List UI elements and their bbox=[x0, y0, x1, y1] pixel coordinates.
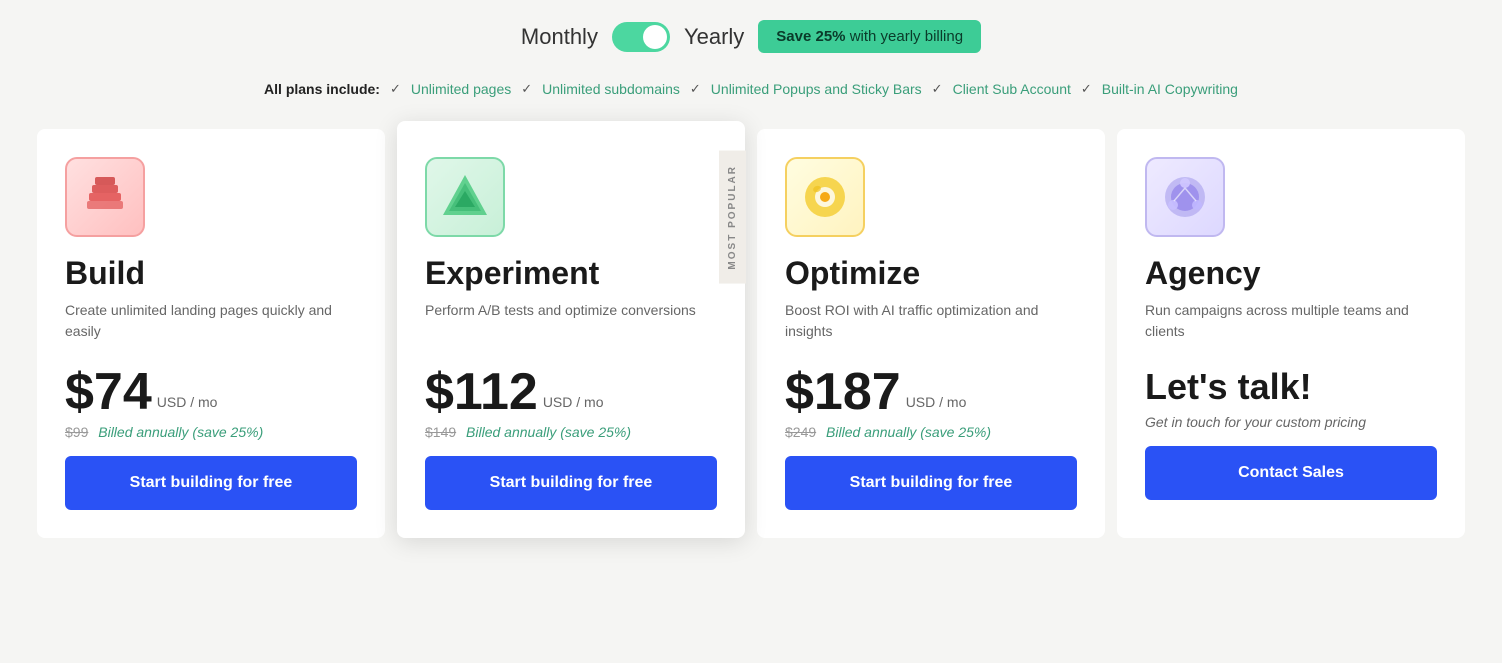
experiment-original-strikethrough: $149 bbox=[425, 424, 456, 440]
optimize-price-original: $249 Billed annually (save 25%) bbox=[785, 424, 1077, 440]
experiment-billed-note: Billed annually (save 25%) bbox=[466, 424, 631, 440]
check-icon-2: ✓ bbox=[521, 81, 532, 97]
include-item-5: Built-in AI Copywriting bbox=[1102, 81, 1238, 97]
agency-plan-icon bbox=[1145, 157, 1225, 237]
billing-toggle-switch[interactable] bbox=[612, 22, 670, 52]
include-item-3: Unlimited Popups and Sticky Bars bbox=[711, 81, 922, 97]
build-price-original: $99 Billed annually (save 25%) bbox=[65, 424, 357, 440]
agency-cta-button[interactable]: Contact Sales bbox=[1145, 446, 1437, 500]
yearly-label: Yearly bbox=[684, 24, 744, 50]
optimize-price-amount: $187 bbox=[785, 366, 901, 418]
experiment-plan-desc: Perform A/B tests and optimize conversio… bbox=[425, 300, 717, 342]
optimize-original-strikethrough: $249 bbox=[785, 424, 816, 440]
agency-plan-name: Agency bbox=[1145, 255, 1437, 292]
optimize-price-unit: USD / mo bbox=[906, 394, 967, 410]
experiment-price-original: $149 Billed annually (save 25%) bbox=[425, 424, 717, 440]
check-icon-4: ✓ bbox=[932, 81, 943, 97]
include-item-1: Unlimited pages bbox=[411, 81, 511, 97]
save-suffix: with yearly billing bbox=[846, 28, 964, 45]
experiment-plan-icon bbox=[425, 157, 505, 237]
optimize-cta-button[interactable]: Start building for free bbox=[785, 456, 1077, 510]
optimize-plan-name: Optimize bbox=[785, 255, 1077, 292]
agency-plan-desc: Run campaigns across multiple teams and … bbox=[1145, 300, 1437, 342]
save-percent: Save 25% bbox=[776, 28, 845, 45]
build-plan-desc: Create unlimited landing pages quickly a… bbox=[65, 300, 357, 342]
plans-include-label: All plans include: bbox=[264, 81, 380, 97]
optimize-billed-note: Billed annually (save 25%) bbox=[826, 424, 991, 440]
agency-custom-pricing: Get in touch for your custom pricing bbox=[1145, 414, 1437, 430]
agency-lets-talk: Let's talk! bbox=[1145, 366, 1437, 408]
build-plan-name: Build bbox=[65, 255, 357, 292]
most-popular-tag: MOST POPULAR bbox=[719, 151, 746, 284]
check-icon-5: ✓ bbox=[1081, 81, 1092, 97]
include-item-4: Client Sub Account bbox=[953, 81, 1071, 97]
plan-card-experiment: MOST POPULAR Experiment Perform A/B test… bbox=[397, 121, 745, 538]
plans-include-row: All plans include: ✓ Unlimited pages ✓ U… bbox=[264, 81, 1238, 97]
include-item-2: Unlimited subdomains bbox=[542, 81, 680, 97]
monthly-label: Monthly bbox=[521, 24, 598, 50]
plan-card-optimize: Optimize Boost ROI with AI traffic optim… bbox=[757, 129, 1105, 538]
experiment-price-unit: USD / mo bbox=[543, 394, 604, 410]
optimize-plan-price: $187 USD / mo bbox=[785, 366, 1077, 418]
optimize-plan-desc: Boost ROI with AI traffic optimization a… bbox=[785, 300, 1077, 342]
check-icon-1: ✓ bbox=[390, 81, 401, 97]
save-badge: Save 25% with yearly billing bbox=[758, 20, 981, 53]
experiment-cta-button[interactable]: Start building for free bbox=[425, 456, 717, 510]
build-billed-note: Billed annually (save 25%) bbox=[98, 424, 263, 440]
build-cta-button[interactable]: Start building for free bbox=[65, 456, 357, 510]
optimize-plan-icon bbox=[785, 157, 865, 237]
build-original-strikethrough: $99 bbox=[65, 424, 88, 440]
experiment-plan-name: Experiment bbox=[425, 255, 717, 292]
experiment-price-amount: $112 bbox=[425, 366, 538, 418]
pricing-cards-row: Build Create unlimited landing pages qui… bbox=[31, 129, 1471, 538]
toggle-knob bbox=[643, 25, 667, 49]
plan-card-agency: Agency Run campaigns across multiple tea… bbox=[1117, 129, 1465, 538]
experiment-plan-price: $112 USD / mo bbox=[425, 366, 717, 418]
build-plan-price: $74 USD / mo bbox=[65, 366, 357, 418]
build-price-amount: $74 bbox=[65, 366, 152, 418]
build-price-unit: USD / mo bbox=[157, 394, 218, 410]
build-plan-icon bbox=[65, 157, 145, 237]
check-icon-3: ✓ bbox=[690, 81, 701, 97]
plan-card-build: Build Create unlimited landing pages qui… bbox=[37, 129, 385, 538]
billing-toggle-row: Monthly Yearly Save 25% with yearly bill… bbox=[521, 20, 981, 53]
